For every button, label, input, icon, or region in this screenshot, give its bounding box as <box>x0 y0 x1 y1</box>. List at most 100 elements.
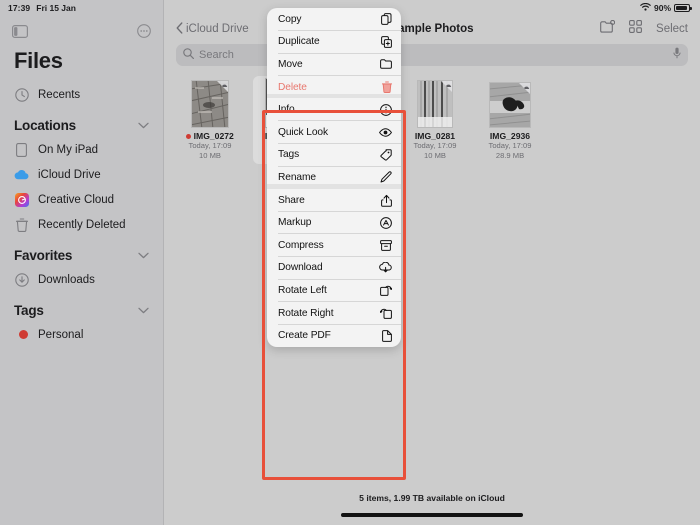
chevron-down-icon[interactable] <box>138 121 149 131</box>
menu-item-copy[interactable]: Copy <box>267 8 401 31</box>
file-name: IMG_0272 <box>180 131 240 141</box>
page-title: Files <box>14 48 63 73</box>
menu-item-markup[interactable]: Markup <box>267 211 401 234</box>
sidebar-item-recents[interactable]: Recents <box>0 82 163 107</box>
battery-icon <box>674 4 692 12</box>
eye-icon <box>379 128 392 137</box>
menu-item-label: Markup <box>278 217 312 229</box>
files-app-window: 17:39 Fri 15 Jan Files Recents Locations <box>0 0 700 525</box>
sidebar-toggle-icon[interactable] <box>12 24 28 38</box>
menu-item-compress[interactable]: Compress <box>267 234 401 257</box>
share-icon <box>379 194 392 207</box>
main-content: 90% iCloud Drive Sample Photos Select Se… <box>164 0 700 525</box>
sidebar-item-label: Personal <box>38 328 84 341</box>
file-thumbnail: ☁ <box>417 80 453 128</box>
file-date: Today, 17:09 <box>413 141 457 150</box>
icloud-icon <box>14 167 29 182</box>
rotate-left-icon <box>379 284 392 297</box>
section-title: Locations <box>14 118 76 133</box>
menu-item-label: Duplicate <box>278 36 320 48</box>
status-footer: 5 items, 1.99 TB available on iCloud <box>359 493 505 503</box>
file-date: Today, 17:09 <box>488 141 532 150</box>
status-bar-left: 17:39 Fri 15 Jan <box>0 0 163 16</box>
sidebar-item-label: Downloads <box>38 273 95 286</box>
sidebar-item-downloads[interactable]: Downloads <box>0 267 163 292</box>
sidebar-item-label: Recents <box>38 88 81 101</box>
sidebar-item-creative-cloud[interactable]: Creative Cloud <box>0 187 163 212</box>
sidebar-item-label: On My iPad <box>38 143 99 156</box>
menu-item-rotate-right[interactable]: Rotate Right <box>267 302 401 325</box>
trash-icon <box>14 217 29 232</box>
search-input[interactable]: Search <box>176 44 688 66</box>
chevron-left-icon <box>176 21 183 37</box>
back-button-label: iCloud Drive <box>186 23 249 35</box>
menu-item-tags[interactable]: Tags <box>267 144 401 167</box>
menu-item-label: Download <box>278 262 323 274</box>
menu-item-share[interactable]: Share <box>267 189 401 212</box>
sidebar-section-tags-header[interactable]: Tags <box>0 292 163 322</box>
menu-item-download[interactable]: Download <box>267 257 401 280</box>
file-size: 10 MB <box>424 151 446 161</box>
grid-view-icon[interactable] <box>629 20 642 38</box>
menu-item-label: Tags <box>278 149 300 161</box>
sidebar-item-on-my-ipad[interactable]: On My iPad <box>0 137 163 162</box>
menu-item-quick-look[interactable]: Quick Look <box>267 121 401 144</box>
chevron-down-icon[interactable] <box>138 251 149 261</box>
menu-item-move[interactable]: Move <box>267 53 401 76</box>
status-date: Fri 15 Jan <box>36 3 76 13</box>
file-grid: ☁ IMG_0272 Today, 17:09 10 MB ☁ IMG_0281… <box>164 66 700 164</box>
section-title: Tags <box>14 303 44 318</box>
menu-item-label: Compress <box>278 239 324 251</box>
back-button[interactable]: iCloud Drive <box>176 21 249 37</box>
select-button[interactable]: Select <box>656 23 688 35</box>
rotate-right-icon <box>379 307 392 319</box>
file-thumbnail: ☁ <box>489 82 531 128</box>
menu-item-create-pdf[interactable]: Create PDF <box>267 324 401 347</box>
file-cell[interactable]: ☁ IMG_0281 Today, 17:09 10 MB <box>403 76 467 164</box>
sidebar-item-personal-tag[interactable]: Personal <box>0 322 163 347</box>
menu-item-rename[interactable]: Rename <box>267 166 401 189</box>
menu-item-label: Rotate Right <box>278 307 334 319</box>
info-circle-icon <box>379 103 392 116</box>
menu-item-duplicate[interactable]: Duplicate <box>267 31 401 54</box>
menu-item-delete[interactable]: Delete <box>267 76 401 99</box>
home-indicator[interactable] <box>341 513 523 517</box>
navigation-actions: Select <box>600 19 688 38</box>
new-folder-icon[interactable] <box>600 19 616 38</box>
menu-item-label: Move <box>278 58 303 70</box>
sidebar-section-favorites-header[interactable]: Favorites <box>0 237 163 267</box>
duplicate-icon <box>379 35 392 48</box>
folder-icon <box>379 59 392 70</box>
compress-icon <box>379 239 392 251</box>
red-tag-dot-icon <box>14 327 29 342</box>
ipad-icon <box>14 142 29 157</box>
sidebar: 17:39 Fri 15 Jan Files Recents Locations <box>0 0 164 525</box>
wifi-icon <box>640 2 651 13</box>
file-cell[interactable]: ☁ IMG_0272 Today, 17:09 10 MB <box>178 76 242 164</box>
file-cell[interactable]: ☁ IMG_2936 Today, 17:09 28.9 MB <box>478 76 542 164</box>
sidebar-item-recently-deleted[interactable]: Recently Deleted <box>0 212 163 237</box>
file-date: Today, 17:09 <box>188 141 232 150</box>
file-name: IMG_0281 <box>405 131 465 141</box>
menu-item-rotate-left[interactable]: Rotate Left <box>267 279 401 302</box>
chevron-down-icon[interactable] <box>138 306 149 316</box>
create-pdf-icon <box>379 329 392 342</box>
status-time: 17:39 <box>8 3 31 13</box>
sidebar-section-locations-header[interactable]: Locations <box>0 107 163 137</box>
menu-item-label: Rotate Left <box>278 284 327 296</box>
sidebar-item-icloud-drive[interactable]: iCloud Drive <box>0 162 163 187</box>
menu-item-label: Info <box>278 104 295 116</box>
menu-item-label: Quick Look <box>278 126 328 138</box>
microphone-icon[interactable] <box>673 46 681 64</box>
copy-icon <box>379 13 392 26</box>
sidebar-item-label: iCloud Drive <box>38 168 101 181</box>
file-name-label: IMG_0272 <box>193 131 234 141</box>
file-thumbnail: ☁ <box>191 80 229 128</box>
clock-icon <box>14 87 29 102</box>
file-size: 28.9 MB <box>495 151 525 161</box>
tag-icon <box>379 149 392 161</box>
menu-item-info[interactable]: Info <box>267 98 401 121</box>
menu-item-label: Delete <box>278 81 307 93</box>
context-menu[interactable]: Copy Duplicate Move Delete Info Quick Lo… <box>267 8 401 347</box>
circle-ellipsis-icon[interactable] <box>137 24 151 38</box>
